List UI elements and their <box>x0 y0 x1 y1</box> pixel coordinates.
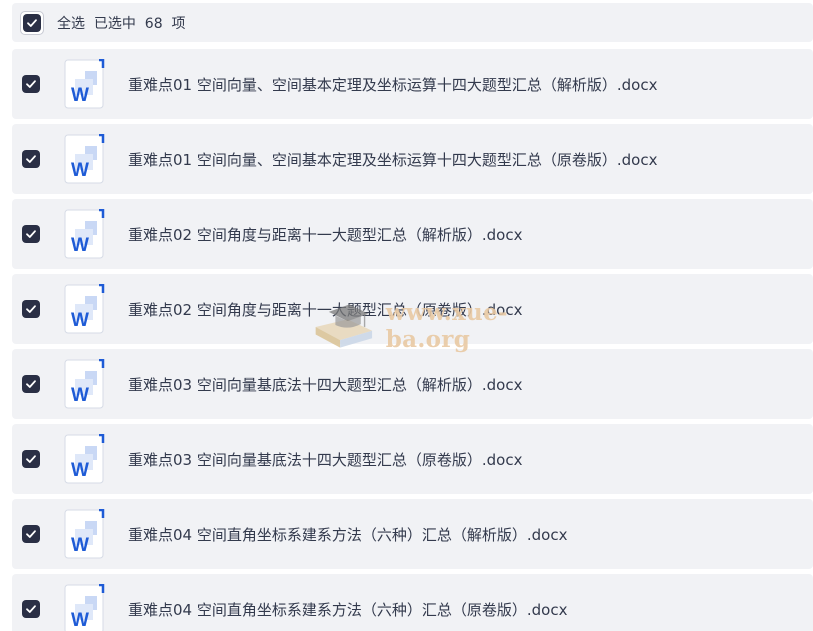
svg-text:W: W <box>71 535 89 556</box>
checked-icon <box>26 155 36 163</box>
checked-icon <box>26 530 36 538</box>
word-doc-icon: W <box>63 58 105 109</box>
file-name: 重难点01 空间向量、空间基本定理及坐标运算十四大题型汇总（解析版）.docx <box>128 75 658 94</box>
select-all-bar: 全选 已选中 68 项 <box>12 3 813 42</box>
checked-icon <box>26 455 36 463</box>
checked-icon <box>26 230 36 238</box>
file-checkbox[interactable] <box>22 375 40 393</box>
file-row[interactable]: W 重难点01 空间向量、空间基本定理及坐标运算十四大题型汇总（解析版）.docx <box>12 49 813 119</box>
file-checkbox[interactable] <box>22 600 40 618</box>
svg-text:W: W <box>71 85 89 106</box>
checked-icon <box>26 305 36 313</box>
file-checkbox[interactable] <box>22 75 40 93</box>
word-doc-icon: W <box>63 358 105 409</box>
file-checkbox[interactable] <box>22 300 40 318</box>
file-checkbox[interactable] <box>22 450 40 468</box>
word-doc-icon: W <box>63 283 105 334</box>
file-name: 重难点03 空间向量基底法十四大题型汇总（解析版）.docx <box>128 375 523 394</box>
word-doc-icon: W <box>63 583 105 631</box>
file-row[interactable]: W 重难点02 空间角度与距离十一大题型汇总（原卷版）.docx <box>12 274 813 344</box>
file-row[interactable]: W 重难点01 空间向量、空间基本定理及坐标运算十四大题型汇总（原卷版）.docx <box>12 124 813 194</box>
file-name: 重难点02 空间角度与距离十一大题型汇总（原卷版）.docx <box>128 300 523 319</box>
select-all-label: 全选 已选中 68 项 <box>57 15 186 32</box>
checked-icon <box>26 605 36 613</box>
file-row[interactable]: W 重难点03 空间向量基底法十四大题型汇总（解析版）.docx <box>12 349 813 419</box>
file-row[interactable]: W 重难点04 空间直角坐标系建系方法（六种）汇总（原卷版）.docx <box>12 574 813 631</box>
file-row[interactable]: W 重难点04 空间直角坐标系建系方法（六种）汇总（解析版）.docx <box>12 499 813 569</box>
svg-text:W: W <box>71 235 89 256</box>
file-checkbox[interactable] <box>22 525 40 543</box>
checked-icon <box>26 80 36 88</box>
word-doc-icon: W <box>63 208 105 259</box>
word-doc-icon: W <box>63 133 105 184</box>
svg-text:W: W <box>71 310 89 331</box>
file-row[interactable]: W 重难点03 空间向量基底法十四大题型汇总（原卷版）.docx <box>12 424 813 494</box>
file-selection-panel: 全选 已选中 68 项 W 重难点01 空间向量、空间基本定理及坐标运算十四大题型… <box>0 0 813 631</box>
svg-text:W: W <box>71 460 89 481</box>
svg-text:W: W <box>71 610 89 631</box>
file-checkbox[interactable] <box>22 150 40 168</box>
file-name: 重难点02 空间角度与距离十一大题型汇总（解析版）.docx <box>128 225 523 244</box>
select-all-checkbox[interactable] <box>20 10 44 35</box>
word-doc-icon: W <box>63 508 105 559</box>
svg-text:W: W <box>71 385 89 406</box>
file-row[interactable]: W 重难点02 空间角度与距离十一大题型汇总（解析版）.docx <box>12 199 813 269</box>
checked-icon <box>23 13 41 32</box>
svg-text:W: W <box>71 160 89 181</box>
file-name: 重难点04 空间直角坐标系建系方法（六种）汇总（解析版）.docx <box>128 525 568 544</box>
file-name: 重难点01 空间向量、空间基本定理及坐标运算十四大题型汇总（原卷版）.docx <box>128 150 658 169</box>
word-doc-icon: W <box>63 433 105 484</box>
checked-icon <box>26 380 36 388</box>
file-name: 重难点04 空间直角坐标系建系方法（六种）汇总（原卷版）.docx <box>128 600 568 619</box>
file-checkbox[interactable] <box>22 225 40 243</box>
file-name: 重难点03 空间向量基底法十四大题型汇总（原卷版）.docx <box>128 450 523 469</box>
